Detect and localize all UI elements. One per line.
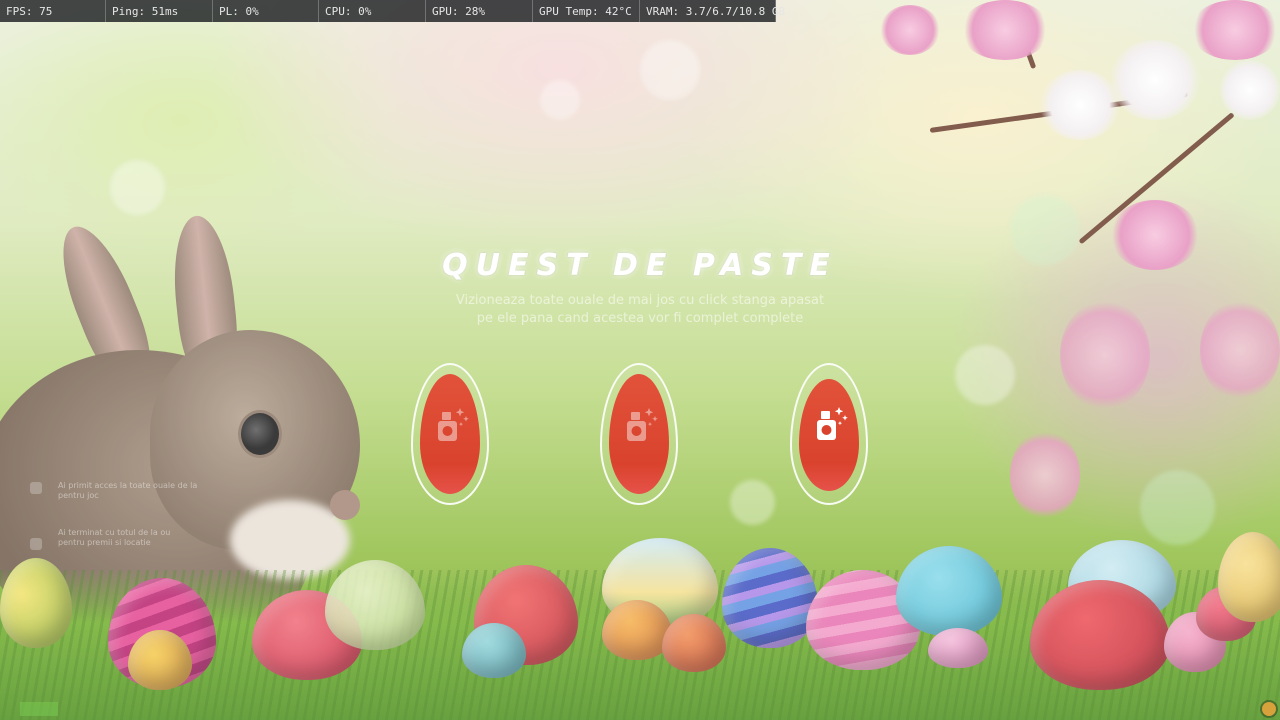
quest-subtitle-line: pe ele pana cand acestea vor fi complet …: [476, 311, 804, 326]
quest-egg-2[interactable]: [600, 363, 678, 505]
ping-readout: Ping: 51ms: [106, 0, 213, 22]
background-scene: [0, 0, 1280, 720]
packet-loss-readout: PL: 0%: [213, 0, 319, 22]
performance-overlay: FPS: 75 Ping: 51ms PL: 0% CPU: 0% GPU: 2…: [0, 0, 785, 22]
perfume-bottle-sparkle-icon: [627, 408, 658, 441]
quest-title: QUEST DE PASTE: [442, 248, 838, 283]
coin-icon: [1262, 702, 1276, 716]
quest-egg-1[interactable]: [411, 363, 489, 505]
cpu-readout: CPU: 0%: [319, 0, 426, 22]
egg-fill: [609, 374, 669, 494]
perfume-bottle-sparkle-icon: [817, 407, 848, 440]
side-notification: Ai terminat cu totul de la ou pentru pre…: [58, 528, 171, 547]
fps-readout: FPS: 75: [0, 0, 106, 22]
egg-fill: [420, 374, 480, 494]
ui-dim-veil: [0, 0, 1280, 720]
notification-icon: [30, 538, 42, 550]
hud-indicator: [20, 702, 58, 716]
notification-icon: [30, 482, 42, 494]
quest-subtitle: Vizioneaza toate ouale de mai jos cu cli…: [380, 292, 900, 328]
side-notification: Ai primit acces la toate ouale de la pen…: [58, 481, 198, 500]
perfume-bottle-sparkle-icon: [438, 408, 469, 441]
egg-fill: [799, 379, 859, 491]
quest-subtitle-line: Vizioneaza toate ouale de mai jos cu cli…: [455, 293, 825, 308]
quest-egg-3[interactable]: [790, 363, 868, 505]
gpu-readout: GPU: 28%: [426, 0, 533, 22]
gpu-temp-readout: GPU Temp: 42°C: [533, 0, 640, 22]
vram-readout: VRAM: 3.7/6.7/10.8 GB: [640, 0, 785, 22]
